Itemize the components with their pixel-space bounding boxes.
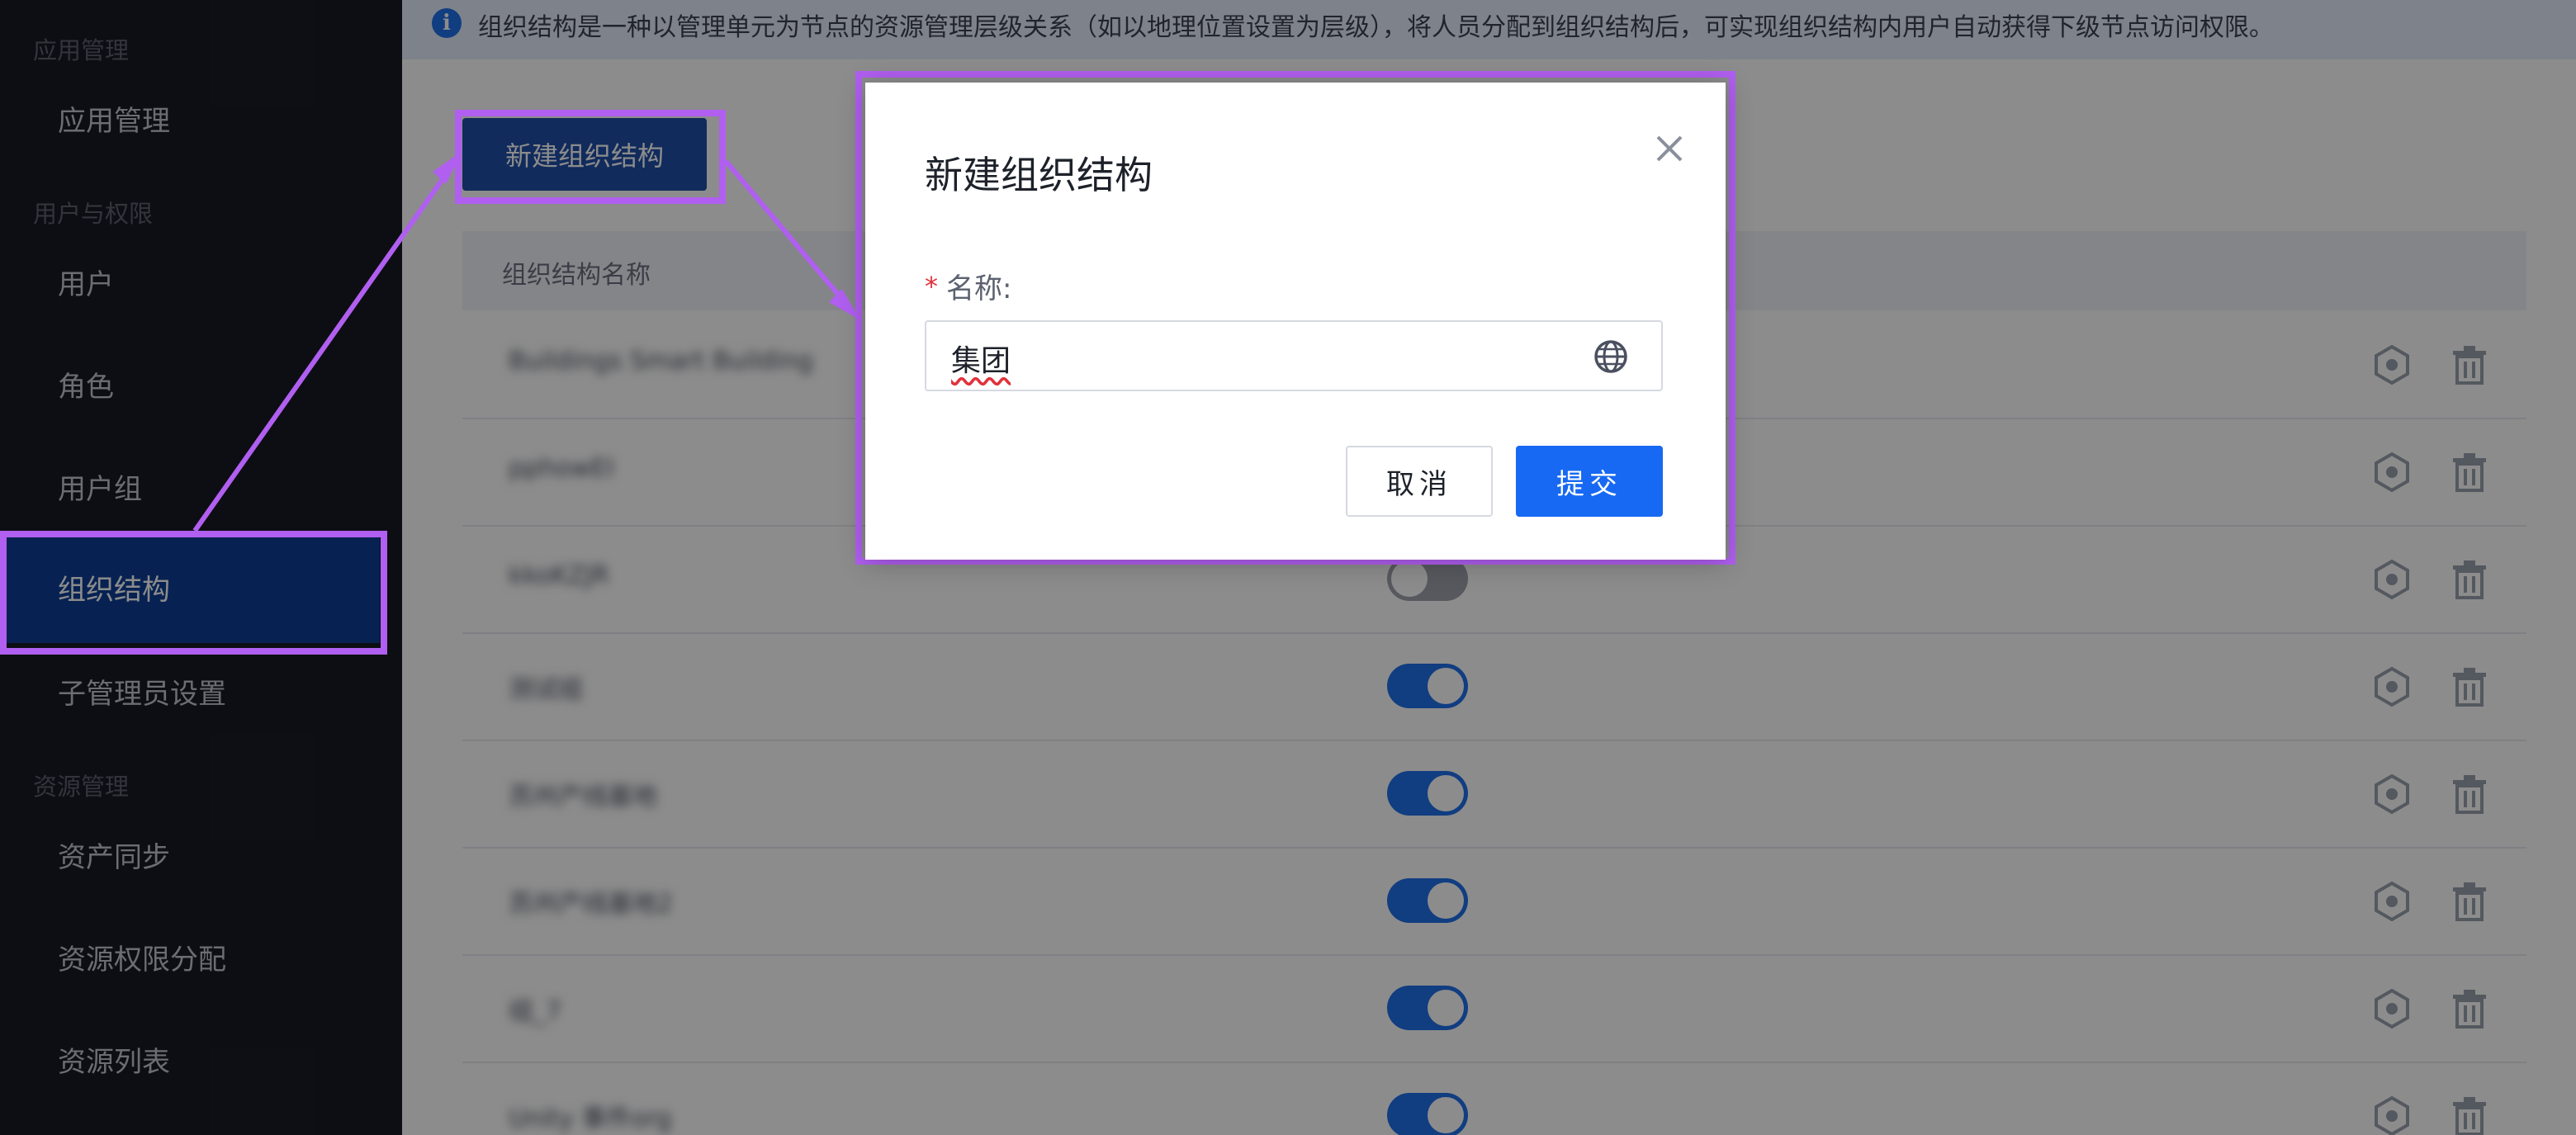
globe-icon[interactable]: [1592, 338, 1630, 376]
app-root: 应用管理 应用管理 用户与权限 用户 角色 用户组 组织结构 子管理员设置 资源…: [0, 0, 2576, 1135]
name-field-label: 名称:: [946, 272, 1012, 305]
submit-button[interactable]: 提交: [1516, 446, 1663, 517]
required-mark: *: [925, 271, 938, 302]
new-org-structure-dialog: 新建组织结构 * 名称: 集团 取消 提交: [865, 83, 1726, 560]
name-input[interactable]: 集团: [925, 320, 1663, 391]
close-icon[interactable]: [1650, 129, 1689, 168]
cancel-button[interactable]: 取消: [1346, 446, 1493, 517]
dialog-title: 新建组织结构: [925, 153, 1153, 197]
name-input-value: 集团: [951, 344, 1011, 378]
